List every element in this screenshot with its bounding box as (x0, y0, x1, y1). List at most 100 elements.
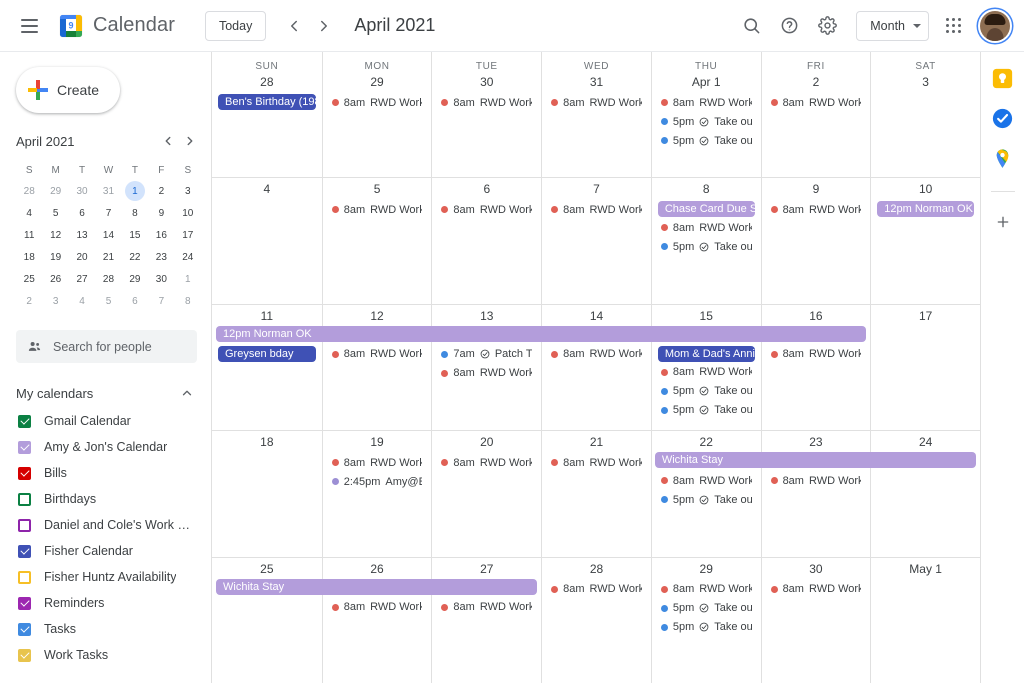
day-number[interactable]: 27 (432, 560, 541, 581)
calendar-checkbox[interactable] (18, 519, 31, 532)
mini-cal-day[interactable]: 11 (16, 224, 42, 246)
calendar-event[interactable]: 8amRWD Work (548, 346, 645, 363)
calendar-list-item[interactable]: Work Tasks (0, 642, 211, 668)
day-number[interactable]: 23 (762, 433, 871, 454)
calendar-event[interactable]: 8amRWD Work (548, 581, 645, 598)
mini-cal-day[interactable]: 4 (69, 290, 95, 312)
day-cell[interactable]: 268amRWD Work (322, 558, 432, 683)
multi-day-event-bar[interactable]: Wichita Stay (655, 452, 976, 468)
multi-day-event-bar[interactable]: Wichita Stay (216, 579, 537, 595)
day-number[interactable]: 31 (542, 73, 651, 94)
today-button[interactable]: Today (205, 11, 266, 41)
calendar-event[interactable]: 8amRWD Work (329, 94, 426, 111)
day-cell[interactable]: 17 (870, 305, 980, 430)
calendar-event[interactable]: 8amRWD Work (548, 201, 645, 218)
search-icon[interactable] (734, 9, 768, 43)
day-cell[interactable]: 168amRWD Work (761, 305, 871, 430)
day-number[interactable]: 15 (652, 307, 761, 328)
day-number[interactable]: 19 (323, 433, 432, 454)
help-icon[interactable] (772, 9, 806, 43)
calendar-event[interactable]: 12pm Norman OK (877, 201, 974, 217)
mini-cal-day[interactable]: 31 (95, 180, 121, 202)
calendar-event[interactable]: 5pmTake out tr (658, 402, 755, 419)
mini-cal-day[interactable]: 30 (69, 180, 95, 202)
calendar-event[interactable]: 5pmTake out tr (658, 619, 755, 636)
mini-cal-day[interactable]: 18 (16, 246, 42, 268)
mini-cal-day[interactable]: 19 (42, 246, 68, 268)
mini-cal-day[interactable]: 16 (148, 224, 174, 246)
calendar-list-item[interactable]: Reminders (0, 590, 211, 616)
mini-cal-day[interactable]: 5 (95, 290, 121, 312)
mini-cal-day[interactable]: 6 (69, 202, 95, 224)
mini-cal-day[interactable]: 28 (16, 180, 42, 202)
day-cell[interactable]: THUApr 18amRWD Work5pmTake out re5pmTake… (651, 52, 761, 177)
mini-cal-day[interactable]: 13 (69, 224, 95, 246)
day-cell[interactable]: 11Greysen bday (212, 305, 322, 430)
calendar-event[interactable]: 5pmTake out re (658, 113, 755, 130)
day-number[interactable]: 11 (212, 307, 322, 328)
day-cell[interactable]: 218amRWD Work (541, 431, 651, 556)
mini-cal-day[interactable]: 1 (175, 268, 201, 290)
day-cell[interactable]: 78amRWD Work (541, 178, 651, 303)
calendar-event[interactable]: 5pmTake out tr (658, 491, 755, 508)
mini-cal-day[interactable]: 21 (95, 246, 121, 268)
day-cell[interactable]: 298amRWD Work5pmTake out re5pmTake out t… (651, 558, 761, 683)
mini-cal-day[interactable]: 26 (42, 268, 68, 290)
google-maps-icon[interactable] (992, 148, 1013, 169)
day-cell[interactable]: WED318amRWD Work (541, 52, 651, 177)
mini-cal-day[interactable]: 9 (148, 202, 174, 224)
add-panel-icon[interactable] (992, 211, 1014, 233)
calendar-event[interactable]: 2:45pmAmy@EyeD (329, 473, 426, 490)
day-cell[interactable]: 238amRWD Work (761, 431, 871, 556)
multi-day-event-bar[interactable]: 12pm Norman OK (216, 326, 866, 342)
day-number[interactable]: 29 (652, 560, 761, 581)
day-cell[interactable]: 228amRWD Work5pmTake out tr (651, 431, 761, 556)
calendar-list-item[interactable]: Fisher Huntz Availability (0, 564, 211, 590)
mini-cal-day[interactable]: 28 (95, 268, 121, 290)
mini-cal-day[interactable]: 1 (122, 180, 148, 202)
day-number[interactable]: 6 (432, 180, 541, 201)
day-cell[interactable]: 58amRWD Work (322, 178, 432, 303)
mini-cal-day[interactable]: 7 (95, 202, 121, 224)
day-cell[interactable]: SAT3 (870, 52, 980, 177)
day-cell[interactable]: 8Chase Card Due Soo8amRWD Work5pmTake ou… (651, 178, 761, 303)
day-number[interactable]: 16 (762, 307, 871, 328)
calendar-event[interactable]: 8amRWD Work (329, 201, 426, 218)
day-cell[interactable]: 198amRWD Work2:45pmAmy@EyeD (322, 431, 432, 556)
gear-icon[interactable] (810, 9, 844, 43)
day-number[interactable]: 17 (871, 307, 980, 328)
day-number[interactable]: 20 (432, 433, 541, 454)
mini-cal-day[interactable]: 8 (175, 290, 201, 312)
day-number[interactable]: 29 (323, 73, 432, 94)
calendar-list-item[interactable]: Daniel and Cole's Work Sc... (0, 512, 211, 538)
day-cell[interactable]: MON298amRWD Work (322, 52, 432, 177)
calendar-event[interactable]: 8amRWD Work (329, 599, 426, 616)
calendar-event[interactable]: 5pmTake out re (658, 600, 755, 617)
mini-cal-day[interactable]: 5 (42, 202, 68, 224)
day-number[interactable]: 7 (542, 180, 651, 201)
calendar-event[interactable]: Ben's Birthday (1981 (218, 94, 316, 110)
calendar-event[interactable]: 5pmTake out tr (658, 238, 755, 255)
create-button[interactable]: Create (16, 67, 120, 113)
calendar-event[interactable]: Chase Card Due Soo (658, 201, 755, 217)
day-number[interactable]: 30 (762, 560, 871, 581)
day-number[interactable]: 2 (762, 73, 871, 94)
mini-cal-day[interactable]: 22 (122, 246, 148, 268)
mini-cal-day[interactable]: 2 (148, 180, 174, 202)
day-number[interactable]: 24 (871, 433, 980, 454)
calendar-checkbox[interactable] (18, 571, 31, 584)
calendar-list-item[interactable]: Bills (0, 460, 211, 486)
calendar-event[interactable]: 8amRWD Work (658, 219, 755, 236)
calendar-event[interactable]: 8amRWD Work (768, 94, 865, 111)
mini-cal-day[interactable]: 29 (122, 268, 148, 290)
day-cell[interactable]: 128amRWD Work (322, 305, 432, 430)
day-cell[interactable]: 18 (212, 431, 322, 556)
day-cell[interactable]: 308amRWD Work (761, 558, 871, 683)
mini-next-month-icon[interactable] (179, 130, 201, 152)
mini-cal-day[interactable]: 4 (16, 202, 42, 224)
calendar-event[interactable]: 8amRWD Work (438, 599, 535, 616)
google-tasks-icon[interactable] (992, 108, 1013, 129)
calendar-checkbox[interactable] (18, 597, 31, 610)
calendar-event[interactable]: 8amRWD Work (438, 454, 535, 471)
hamburger-icon[interactable] (12, 9, 46, 43)
